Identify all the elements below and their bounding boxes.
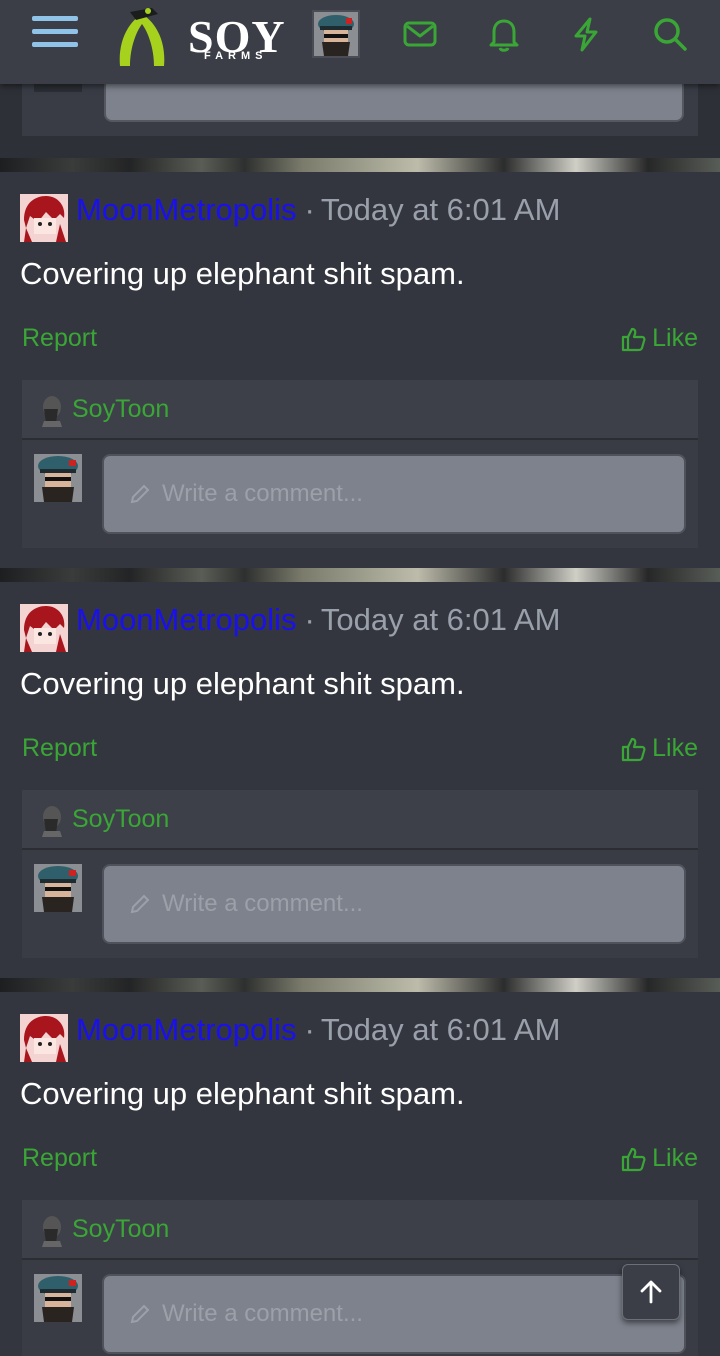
reply-avatar[interactable] xyxy=(38,1215,64,1247)
commenter-avatar[interactable] xyxy=(34,864,82,912)
logo-subtext: FARMS xyxy=(204,50,268,62)
reply-row: SoyToon xyxy=(22,380,698,440)
reply-row: SoyToon xyxy=(22,1200,698,1260)
scroll-to-top-button[interactable] xyxy=(622,1264,680,1320)
menu-icon[interactable] xyxy=(32,16,78,56)
post-header: MoonMetropolis · Today at 6:01 AM xyxy=(76,192,560,228)
like-button[interactable]: Like xyxy=(620,734,698,763)
report-link[interactable]: Report xyxy=(22,324,97,353)
reply-avatar[interactable] xyxy=(38,805,64,837)
comment-row: Write a comment... xyxy=(22,440,698,548)
envelope-icon[interactable] xyxy=(400,14,440,54)
meta-separator: · xyxy=(304,1012,315,1047)
comment-row: Write a comment... xyxy=(22,1260,698,1356)
bell-icon[interactable] xyxy=(484,14,524,54)
commenter-avatar[interactable] xyxy=(34,1274,82,1322)
like-label: Like xyxy=(652,324,698,352)
like-label: Like xyxy=(652,734,698,762)
banner-strip xyxy=(0,568,720,582)
post-timestamp[interactable]: Today at 6:01 AM xyxy=(321,192,561,227)
site-logo[interactable]: SOY FARMS xyxy=(108,4,298,74)
banner-strip xyxy=(0,978,720,992)
comment-input[interactable]: Write a comment... xyxy=(102,864,686,944)
comment-input[interactable]: Write a comment... xyxy=(102,454,686,534)
thumbs-up-icon xyxy=(622,327,646,351)
post-header: MoonMetropolis · Today at 6:01 AM xyxy=(76,1012,560,1048)
comment-placeholder: Write a comment... xyxy=(162,480,363,507)
post-body: Covering up elephant shit spam. xyxy=(20,666,465,701)
report-link[interactable]: Report xyxy=(22,734,97,763)
post-card: MoonMetropolis · Today at 6:01 AM Covering… xyxy=(0,172,720,568)
arrow-up-icon xyxy=(640,1280,662,1304)
reply-username[interactable]: SoyToon xyxy=(72,395,169,424)
pencil-icon xyxy=(130,894,150,914)
like-label: Like xyxy=(652,1144,698,1172)
soy-logo-icon xyxy=(119,8,165,66)
search-icon[interactable] xyxy=(650,14,690,54)
banner-strip xyxy=(0,158,720,172)
post-body: Covering up elephant shit spam. xyxy=(20,256,465,291)
post-timestamp[interactable]: Today at 6:01 AM xyxy=(321,1012,561,1047)
reply-avatar[interactable] xyxy=(38,395,64,427)
reply-username[interactable]: SoyToon xyxy=(72,1215,169,1244)
user-avatar[interactable] xyxy=(312,10,360,58)
thumbs-up-icon xyxy=(622,737,646,761)
bolt-icon[interactable] xyxy=(566,14,606,54)
post-avatar[interactable] xyxy=(20,604,68,652)
commenter-avatar[interactable] xyxy=(34,454,82,502)
meta-separator: · xyxy=(304,602,315,637)
pencil-icon xyxy=(130,484,150,504)
post-card: MoonMetropolis · Today at 6:01 AM Covering… xyxy=(0,992,720,1356)
post-header: MoonMetropolis · Today at 6:01 AM xyxy=(76,602,560,638)
report-link[interactable]: Report xyxy=(22,1144,97,1173)
comment-placeholder: Write a comment... xyxy=(162,1300,363,1327)
post-username[interactable]: MoonMetropolis xyxy=(76,192,297,227)
comment-placeholder: Write a comment... xyxy=(162,890,363,917)
previous-comment-avatar xyxy=(34,84,82,92)
post-username[interactable]: MoonMetropolis xyxy=(76,1012,297,1047)
pencil-icon xyxy=(130,1304,150,1324)
post-card: MoonMetropolis · Today at 6:01 AM Covering… xyxy=(0,582,720,978)
comment-input[interactable]: Write a comment... xyxy=(102,1274,686,1354)
post-avatar[interactable] xyxy=(20,1014,68,1062)
reply-row: SoyToon xyxy=(22,790,698,850)
thumbs-up-icon xyxy=(622,1147,646,1171)
meta-separator: · xyxy=(304,192,315,227)
reply-username[interactable]: SoyToon xyxy=(72,805,169,834)
like-button[interactable]: Like xyxy=(620,324,698,353)
post-timestamp[interactable]: Today at 6:01 AM xyxy=(321,602,561,637)
like-button[interactable]: Like xyxy=(620,1144,698,1173)
post-avatar[interactable] xyxy=(20,194,68,242)
previous-comment-input[interactable] xyxy=(104,84,684,122)
comment-row: Write a comment... xyxy=(22,850,698,958)
post-username[interactable]: MoonMetropolis xyxy=(76,602,297,637)
post-body: Covering up elephant shit spam. xyxy=(20,1076,465,1111)
top-navbar: SOY FARMS xyxy=(0,0,720,84)
